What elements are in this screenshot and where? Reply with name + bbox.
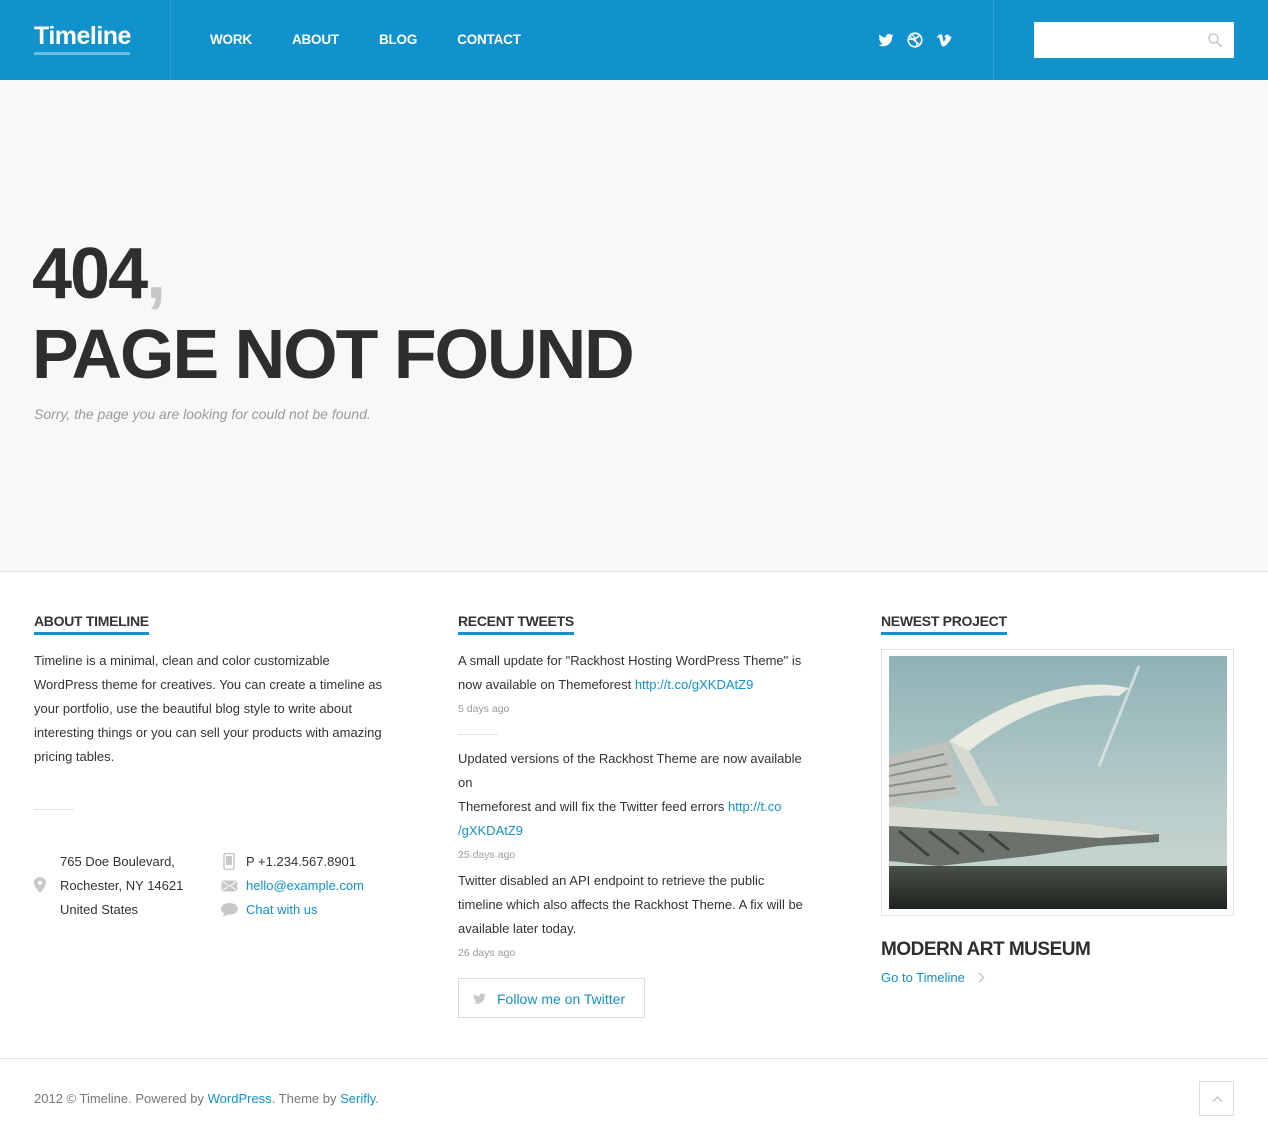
- email-icon: [221, 880, 238, 892]
- address-line: Rochester, NY 14621: [60, 878, 184, 893]
- contact-list: P +1.234.567.8901 hello@example.com Chat…: [246, 850, 364, 922]
- error-code-comma: ,: [146, 234, 166, 314]
- address-line: 765 Doe Boulevard,: [60, 854, 175, 869]
- phone-icon: [223, 853, 235, 870]
- twitter-icon: [473, 993, 486, 1004]
- header-divider: [993, 0, 994, 80]
- footer-divider: [0, 1058, 1268, 1059]
- divider: [458, 856, 498, 857]
- back-to-top-button[interactable]: [1199, 1081, 1234, 1116]
- tweet-text: Updated versions of the Rackhost Theme a…: [458, 751, 802, 790]
- error-code: 404,: [32, 238, 166, 310]
- copyright-text: 2012 © Timeline. Powered by: [34, 1091, 208, 1106]
- tweet-link[interactable]: http://t.co/gXKDAtZ9: [635, 677, 754, 692]
- dribbble-icon[interactable]: [906, 31, 924, 49]
- copyright-text: . Theme by: [271, 1091, 341, 1106]
- follow-twitter-button[interactable]: Follow me on Twitter: [458, 978, 645, 1018]
- about-text: Timeline is a minimal, clean and color c…: [34, 653, 383, 764]
- nav-work[interactable]: WORK: [210, 32, 252, 47]
- search-input[interactable]: [1034, 22, 1234, 58]
- site-header: Timeline WORK ABOUT BLOG CONTACT: [0, 0, 1268, 80]
- about-title: ABOUT TIMELINE: [34, 613, 149, 635]
- tweet-text-line: Themeforest and will fix the Twitter fee…: [458, 799, 728, 814]
- site-logo[interactable]: Timeline: [34, 22, 131, 51]
- tweet-item: A small update for "Rackhost Hosting Wor…: [458, 649, 818, 721]
- tweet-text-line: now available on Themeforest: [458, 677, 635, 692]
- nav-about[interactable]: ABOUT: [292, 32, 339, 47]
- twitter-icon[interactable]: [877, 31, 895, 49]
- project-section-title: NEWEST PROJECT: [881, 613, 1007, 635]
- go-to-timeline-label: Go to Timeline: [881, 970, 965, 985]
- tweet-link[interactable]: http://t.co: [728, 799, 781, 814]
- chevron-right-icon: [978, 972, 986, 983]
- tweet-link[interactable]: /gXKDAtZ9: [458, 823, 523, 838]
- phone-number: P +1.234.567.8901: [246, 854, 357, 869]
- project-image: [889, 656, 1227, 909]
- tweet-item: Updated versions of the Rackhost Theme a…: [458, 747, 818, 867]
- tweet-text: timeline which also affects the Rackhost…: [458, 897, 803, 912]
- copyright-text: .: [375, 1091, 379, 1106]
- tweet-text: available later today.: [458, 921, 577, 936]
- follow-twitter-label: Follow me on Twitter: [497, 991, 626, 1007]
- logo-underline: [34, 52, 130, 55]
- tweet-time: 26 days ago: [458, 947, 516, 959]
- chat-link[interactable]: Chat with us: [246, 898, 364, 922]
- project-thumbnail[interactable]: [881, 649, 1234, 916]
- divider: [34, 809, 74, 810]
- tweet-text: A small update for "Rackhost Hosting Wor…: [458, 653, 802, 668]
- tweet-text: Themeforest and will fix the Twitter fee…: [458, 795, 818, 819]
- address-line: United States: [60, 902, 139, 917]
- nav-contact[interactable]: CONTACT: [457, 32, 521, 47]
- nav-blog[interactable]: BLOG: [379, 32, 417, 47]
- chevron-up-icon: [1212, 1095, 1223, 1103]
- chat-icon: [221, 903, 238, 917]
- tweet-text: /gXKDAtZ9: [458, 819, 818, 843]
- address: 765 Doe Boulevard, Rochester, NY 14621 U…: [60, 850, 183, 922]
- divider: [458, 734, 498, 735]
- header-divider: [170, 0, 171, 80]
- error-code-number: 404: [32, 234, 148, 314]
- wordpress-link[interactable]: WordPress: [208, 1091, 272, 1106]
- main-nav: WORK ABOUT BLOG CONTACT: [210, 32, 561, 47]
- email-link[interactable]: hello@example.com: [246, 874, 364, 898]
- project-name: MODERN ART MUSEUM: [881, 939, 1091, 960]
- tweet-time: 25 days ago: [458, 849, 516, 861]
- tweet-item: Twitter disabled an API endpoint to retr…: [458, 869, 818, 965]
- tweet-time: 5 days ago: [458, 703, 510, 715]
- page-title: PAGE NOT FOUND: [32, 315, 635, 393]
- location-pin-icon: [34, 877, 46, 893]
- vimeo-icon[interactable]: [935, 31, 953, 49]
- error-hero: 404, PAGE NOT FOUND Sorry, the page you …: [0, 80, 1268, 572]
- tweet-text: Twitter disabled an API endpoint to retr…: [458, 873, 765, 888]
- go-to-timeline-link[interactable]: Go to Timeline: [881, 970, 986, 985]
- copyright: 2012 © Timeline. Powered by WordPress. T…: [34, 1091, 379, 1106]
- tweets-title: RECENT TWEETS: [458, 613, 574, 635]
- tweet-text: now available on Themeforest http://t.co…: [458, 673, 818, 697]
- search-icon[interactable]: [1206, 31, 1224, 49]
- serifly-link[interactable]: Serifly: [340, 1091, 375, 1106]
- page-subtitle: Sorry, the page you are looking for coul…: [34, 406, 371, 422]
